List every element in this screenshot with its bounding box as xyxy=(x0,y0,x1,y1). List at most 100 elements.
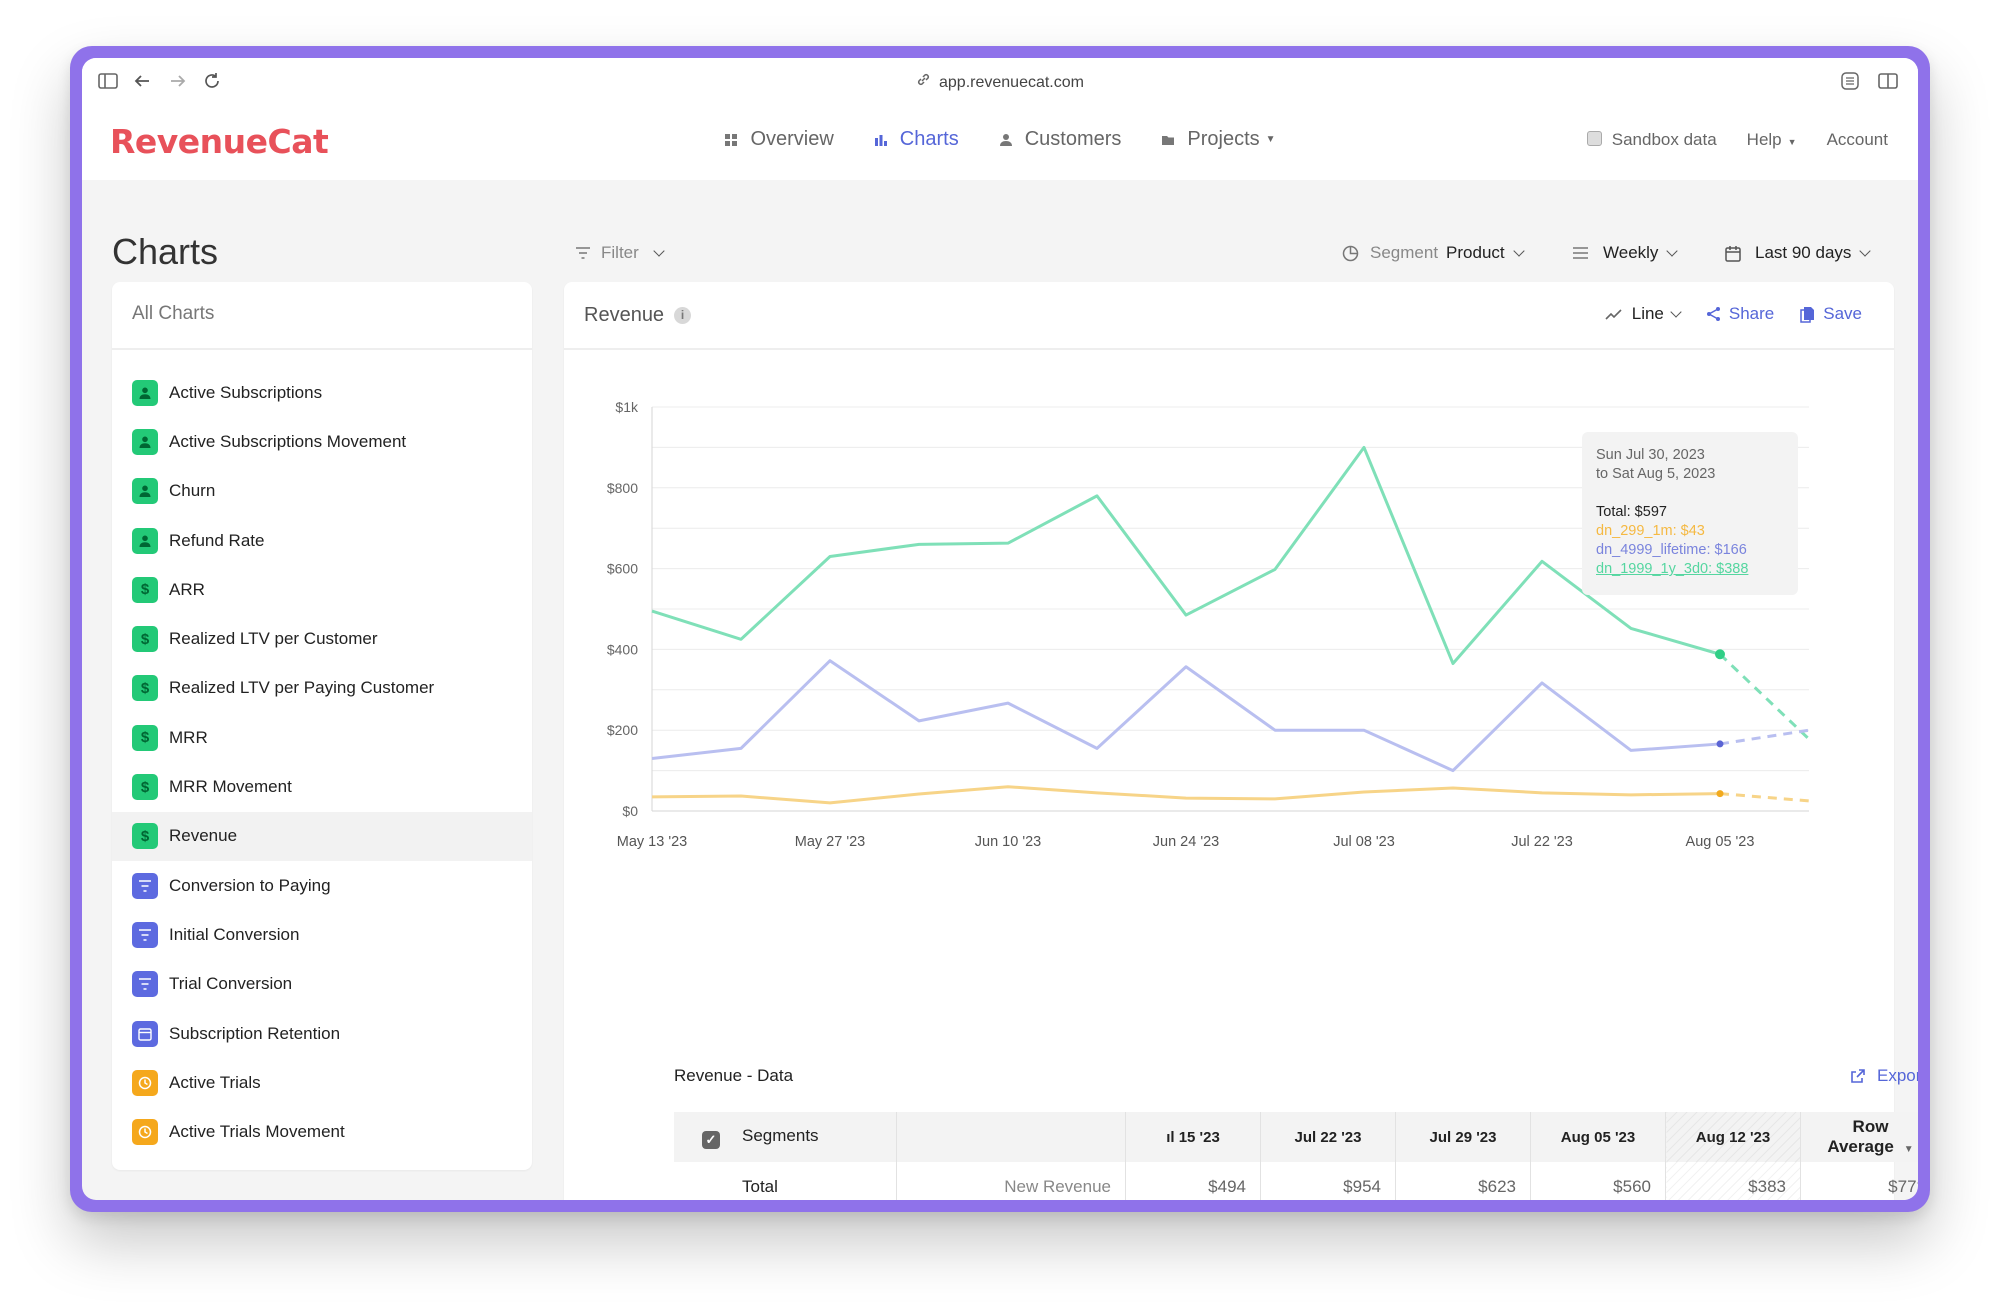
sidebar-item-active-trials-movement[interactable]: Active Trials Movement xyxy=(112,1107,532,1156)
filter-button[interactable]: Filter xyxy=(575,243,665,263)
panel-title: Revenue i xyxy=(584,304,692,327)
tooltip-series-row: dn_4999_lifetime: $166 xyxy=(1596,542,1747,558)
list-icon xyxy=(1573,247,1588,259)
column-header[interactable]: ıl 15 '23 xyxy=(1125,1112,1261,1162)
sidebar-item-realized-ltv-per-paying-customer[interactable]: $ Realized LTV per Paying Customer xyxy=(112,664,532,713)
row-average-cell: $772 xyxy=(1800,1162,1918,1200)
help-menu[interactable]: Help ▼ xyxy=(1747,130,1797,150)
group-label: Total xyxy=(742,1176,778,1196)
chevron-down-icon xyxy=(1670,306,1682,318)
sidebar-item-initial-conversion[interactable]: Initial Conversion xyxy=(112,910,532,959)
series-point-dn_1999_1y_3d0 xyxy=(1715,649,1725,660)
nav-overview[interactable]: Overview xyxy=(724,128,834,151)
sidebar-item-conversion-to-paying[interactable]: Conversion to Paying xyxy=(112,861,532,910)
y-tick-label: $600 xyxy=(607,561,638,577)
page-title: Charts xyxy=(112,231,219,272)
share-button[interactable]: Share xyxy=(1706,304,1774,324)
sidebar-item-label: Refund Rate xyxy=(169,530,265,550)
sidebar-item-label: Initial Conversion xyxy=(169,924,300,944)
cell-value: $560 xyxy=(1613,1176,1651,1196)
sidebar-item-label: Active Subscriptions xyxy=(169,382,323,402)
sidebar-item-revenue[interactable]: $ Revenue xyxy=(112,811,532,861)
caret-down-icon: ▼ xyxy=(1903,1144,1914,1155)
column-header[interactable]: Aug 12 '23 xyxy=(1665,1112,1801,1162)
nav-customers[interactable]: Customers xyxy=(999,128,1121,151)
segment-select[interactable]: Segment Product xyxy=(1342,243,1525,263)
reader-icon[interactable] xyxy=(1838,69,1862,93)
export-button[interactable]: Export xyxy=(1850,1066,1918,1086)
y-tick-label: $400 xyxy=(607,641,638,657)
series-line-dn_1999_1y_3d0 xyxy=(651,445,1721,666)
column-header[interactable]: Jul 29 '23 xyxy=(1395,1112,1531,1162)
sidebar-item-subscription-retention[interactable]: Subscription Retention xyxy=(112,1009,532,1058)
cell-value: $494 xyxy=(1208,1176,1246,1196)
row-average-header[interactable]: Row Average ▼ xyxy=(1800,1112,1918,1162)
panel-header: Revenue i Line Share Save xyxy=(564,282,1894,350)
nav-projects[interactable]: Projects ▼ xyxy=(1161,128,1276,151)
table-cell: $623 xyxy=(1395,1162,1531,1200)
filter-icon xyxy=(576,247,590,259)
row-label-text: New Revenue xyxy=(1004,1176,1111,1196)
chart-type-select[interactable]: Line xyxy=(1605,304,1682,324)
share-label: Share xyxy=(1728,304,1775,323)
address-bar[interactable]: app.revenuecat.com xyxy=(82,72,1918,92)
sidebar-item-active-subscriptions[interactable]: Active Subscriptions xyxy=(112,368,532,417)
column-header[interactable]: Jul 22 '23 xyxy=(1260,1112,1396,1162)
checkbox-icon[interactable]: ✓ xyxy=(702,1130,720,1149)
table-cell: $560 xyxy=(1530,1162,1666,1200)
sidebar-item-trial-conversion[interactable]: Trial Conversion xyxy=(112,960,532,1009)
sidebar-item-active-trials[interactable]: Active Trials xyxy=(112,1058,532,1107)
sidebar-item-active-subscriptions-movement[interactable]: Active Subscriptions Movement xyxy=(112,417,532,466)
panel-actions: Line Share Save xyxy=(1605,304,1862,324)
save-button[interactable]: Save xyxy=(1800,304,1862,324)
column-header-label: Jul 22 '23 xyxy=(1294,1128,1362,1146)
chart-panel: Revenue i Line Share Save $0 $200 $400 $600 $… xyxy=(564,282,1894,1200)
save-icon xyxy=(1800,306,1815,323)
sidebar-item-refund-rate[interactable]: Refund Rate xyxy=(112,516,532,565)
sidebar-title: All Charts xyxy=(112,282,532,350)
account-link[interactable]: Account xyxy=(1827,130,1888,150)
x-tick-label: May 13 '23 xyxy=(617,834,687,850)
range-select[interactable]: Last 90 days xyxy=(1725,243,1872,263)
sidebar-item-realized-ltv-per-customer[interactable]: $ Realized LTV per Customer xyxy=(112,614,532,663)
table-header-row: ✓ Segments ıl 15 '23 Jul 22 '23 Jul 29 '23 Au… xyxy=(674,1112,1918,1162)
interval-select[interactable]: Weekly xyxy=(1572,243,1679,263)
group-cell: Total xyxy=(674,1162,897,1200)
checkbox-icon xyxy=(1586,131,1602,146)
sidebar-item-mrr-movement[interactable]: $ MRR Movement xyxy=(112,762,532,811)
segments-header-label: Segments xyxy=(742,1125,819,1145)
series-point-dn_299_1m xyxy=(1716,790,1724,798)
dollar-icon: $ xyxy=(132,823,158,850)
info-icon[interactable]: i xyxy=(674,307,692,324)
sidebar-item-label: Active Subscriptions Movement xyxy=(169,431,407,451)
funnel-icon xyxy=(132,872,158,899)
range-value: Last 90 days xyxy=(1755,243,1852,262)
dollar-icon: $ xyxy=(132,724,158,751)
sidebar-item-mrr[interactable]: $ MRR xyxy=(112,713,532,762)
dollar-icon: $ xyxy=(132,774,158,801)
column-header[interactable]: Aug 05 '23 xyxy=(1530,1112,1666,1162)
nav-charts[interactable]: Charts xyxy=(874,128,959,151)
caret-down-icon: ▼ xyxy=(1265,134,1276,145)
sidebar-item-churn[interactable]: Churn xyxy=(112,467,532,516)
browser-window: app.revenuecat.com RevenueCat Overview C… xyxy=(82,58,1918,1200)
series-point-dn_4999_lifetime xyxy=(1716,740,1724,748)
save-label: Save xyxy=(1823,304,1862,323)
split-view-icon[interactable] xyxy=(1876,69,1900,93)
help-label: Help xyxy=(1746,130,1782,149)
charts-sidebar: All Charts Active Subscriptions Active Su… xyxy=(112,282,532,1170)
column-header-label: ıl 15 '23 xyxy=(1166,1128,1220,1146)
person-icon xyxy=(132,527,158,554)
row-label-header xyxy=(896,1112,1126,1162)
segments-header[interactable]: ✓ Segments xyxy=(674,1112,897,1162)
dollar-icon: $ xyxy=(132,626,158,653)
cell-value: $383 xyxy=(1748,1176,1786,1196)
sandbox-toggle[interactable]: Sandbox data xyxy=(1586,130,1717,150)
sidebar-item-arr[interactable]: $ ARR xyxy=(112,565,532,614)
row-average-label: Row Average xyxy=(1827,1117,1894,1156)
cell-value: $623 xyxy=(1478,1176,1516,1196)
nav-charts-label: Charts xyxy=(899,128,959,150)
y-tick-label: $800 xyxy=(607,480,638,496)
export-icon xyxy=(1851,1069,1865,1083)
sidebar-item-label: Trial Conversion xyxy=(169,974,293,994)
